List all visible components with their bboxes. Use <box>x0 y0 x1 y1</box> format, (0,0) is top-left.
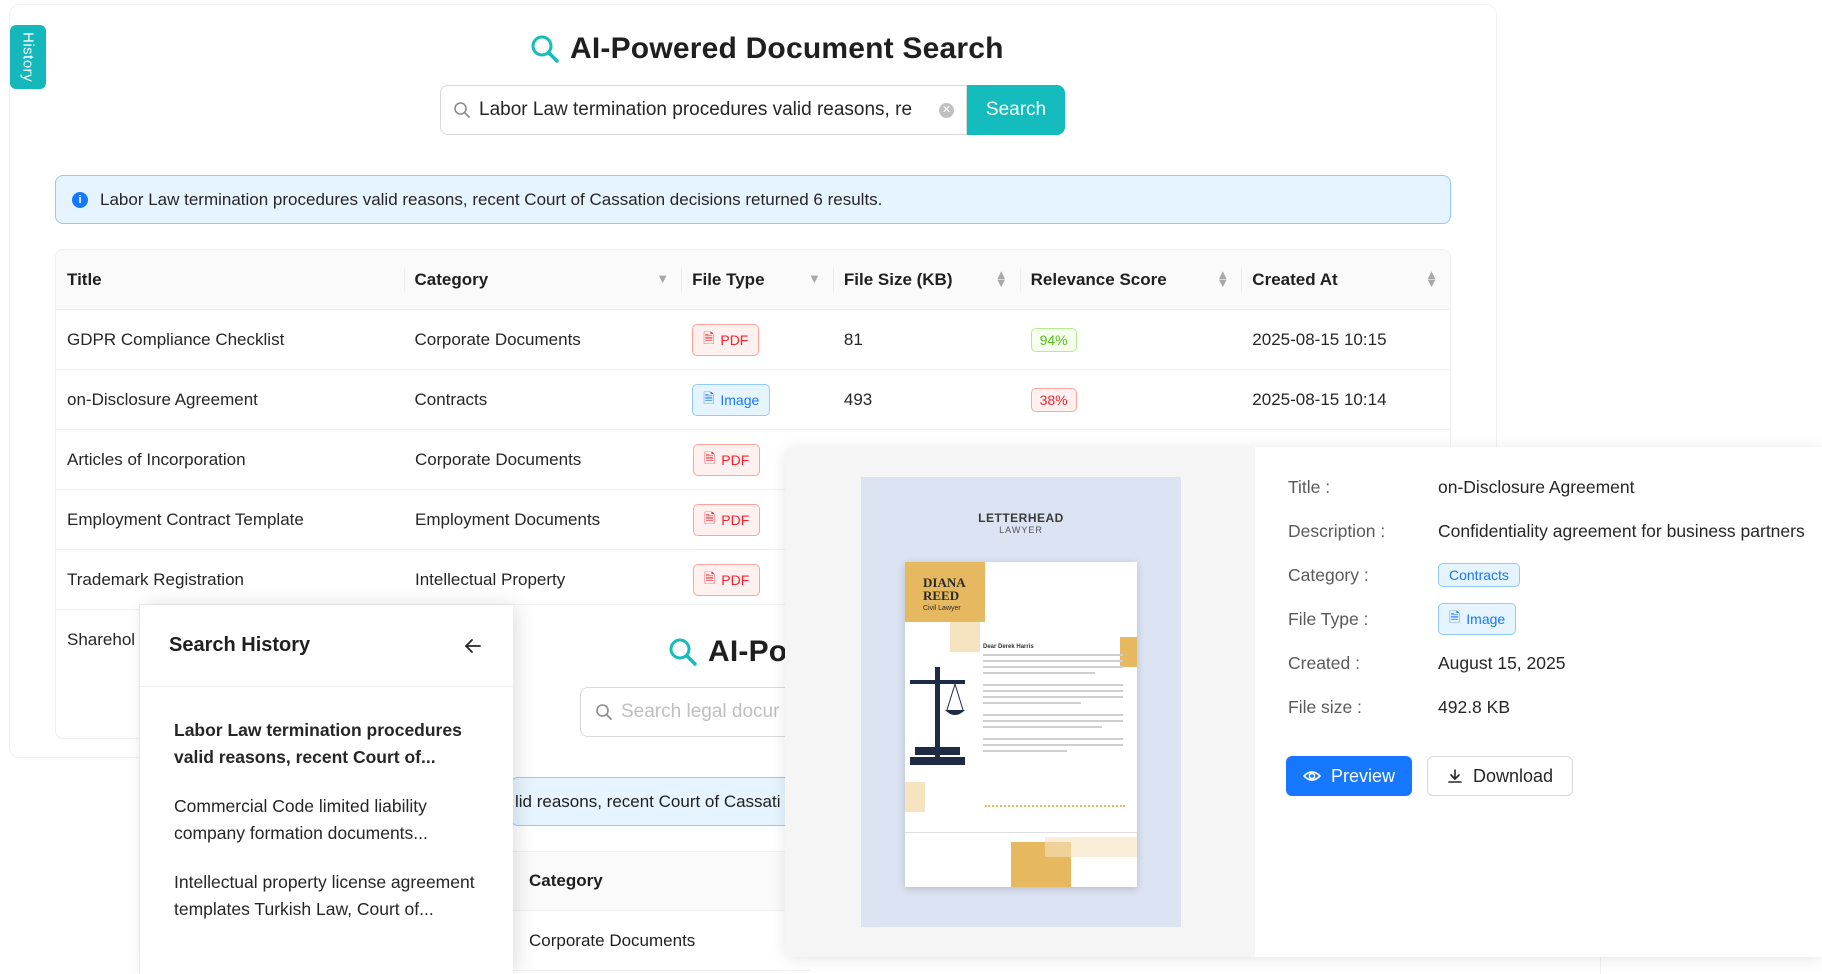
relevance-badge: 94% <box>1030 327 1077 352</box>
cell-category: Contracts <box>414 389 488 409</box>
cell-file-size: 81 <box>843 329 863 349</box>
property-file-type: File Type : 🗎 Image <box>1288 597 1805 641</box>
thumb-subheading: LAWYER <box>999 525 1043 535</box>
history-tab[interactable]: History <box>10 25 46 89</box>
filter-icon[interactable]: ▼ <box>656 271 669 286</box>
file-type-tag: 🗎 PDF <box>693 443 761 476</box>
preview-button[interactable]: Preview <box>1286 756 1412 796</box>
cell-category: Corporate Documents <box>414 329 581 349</box>
search-bar: Labor Law termination procedures valid r… <box>440 85 1065 135</box>
file-type-tag: 🗎 PDF <box>692 323 760 356</box>
file-icon: 🗎 <box>1449 609 1461 625</box>
table-header: Title Category ▼ File Type ▼ File Size (KB… <box>56 250 1450 310</box>
page2-alert: lid reasons, recent Court of Cassati <box>510 777 810 826</box>
file-type-tag: 🗎 PDF <box>693 563 761 596</box>
document-properties: Title : on-Disclosure Agreement Descript… <box>1288 465 1805 729</box>
history-item[interactable]: Commercial Code limited liability compan… <box>140 793 513 847</box>
search-icon <box>669 638 697 666</box>
page2-cell-category: Corporate Documents <box>510 911 810 971</box>
history-item[interactable]: Intellectual property license agreement … <box>140 869 513 923</box>
page-header: AI-Powered Document Search <box>530 32 1004 66</box>
pdf-icon: 🗎 <box>704 569 716 586</box>
category-tag: Contracts <box>1438 563 1520 587</box>
search-input-value: Labor Law termination procedures valid r… <box>479 99 913 120</box>
page2-search-input[interactable]: Search legal docur <box>580 687 800 737</box>
column-header-category[interactable]: Category ▼ <box>403 250 682 309</box>
search-input[interactable]: Labor Law termination procedures valid r… <box>440 85 967 135</box>
eye-icon <box>1302 771 1321 781</box>
page2-column-category: Category <box>510 851 810 911</box>
sort-icon[interactable]: ▲ ▼ <box>1216 268 1229 289</box>
relevance-badge: 38% <box>1030 387 1077 412</box>
document-thumbnail[interactable]: LETTERHEAD LAWYER DIANA REED Civil Lawye… <box>861 477 1181 927</box>
cell-title: on-Disclosure Agreement <box>67 389 258 409</box>
property-created: Created : August 15, 2025 <box>1288 652 1566 673</box>
file-icon: 🗎 <box>703 389 715 406</box>
column-header-file-size[interactable]: File Size (KB) ▲ ▼ <box>832 250 1020 309</box>
history-tab-label: History <box>19 31 37 83</box>
file-type-tag: 🗎 Image <box>1438 603 1517 635</box>
info-icon: i <box>72 191 88 208</box>
arrow-left-icon[interactable] <box>463 636 483 656</box>
thumb-page: DIANA REED Civil Lawyer Dear Derek Harri… <box>905 562 1137 887</box>
thumb-heading: LETTERHEAD <box>978 511 1064 525</box>
file-type-tag: 🗎 PDF <box>693 503 761 536</box>
cell-created: 2025-08-15 10:14 <box>1252 389 1387 409</box>
column-header-created[interactable]: Created At ▲ ▼ <box>1241 250 1450 309</box>
search-history-drawer: Search History Labor Law termination pro… <box>140 605 513 974</box>
page2-search-placeholder: Search legal docur <box>621 701 780 722</box>
page-title: AI-Powered Document Search <box>570 32 1004 65</box>
pdf-icon: 🗎 <box>704 449 716 466</box>
table-row[interactable]: GDPR Compliance Checklist Corporate Docu… <box>56 310 1450 370</box>
document-detail-panel: LETTERHEAD LAWYER DIANA REED Civil Lawye… <box>785 447 1822 957</box>
download-button[interactable]: Download <box>1427 756 1573 796</box>
cell-file-size: 493 <box>843 389 873 409</box>
search-button[interactable]: Search <box>967 85 1065 135</box>
property-description: Description : Confidentiality agreement … <box>1288 520 1805 541</box>
drawer-title: Search History <box>169 634 311 656</box>
column-header-relevance[interactable]: Relevance Score ▲ ▼ <box>1019 250 1242 309</box>
search-icon <box>596 704 612 720</box>
cell-title: Articles of Incorporation <box>67 449 246 469</box>
file-type-tag: 🗎 Image <box>692 383 771 416</box>
results-alert: i Labor Law termination procedures valid… <box>55 175 1451 224</box>
cell-category: Intellectual Property <box>415 569 566 589</box>
property-title: Title : on-Disclosure Agreement <box>1288 476 1635 497</box>
search-icon <box>454 102 470 118</box>
property-category: Category : Contracts <box>1288 553 1805 597</box>
pdf-icon: 🗎 <box>703 329 715 346</box>
table-row[interactable]: on-Disclosure Agreement Contracts 🗎 Image… <box>56 370 1450 430</box>
filter-icon[interactable]: ▼ <box>808 271 821 286</box>
clear-icon[interactable]: ✕ <box>939 102 954 118</box>
sort-icon[interactable]: ▲ ▼ <box>995 268 1008 289</box>
property-file-size: File size : 492.8 KB <box>1288 696 1510 717</box>
results-alert-text: Labor Law termination procedures valid r… <box>100 189 883 209</box>
column-header-title: Title <box>67 269 102 289</box>
cell-title: GDPR Compliance Checklist <box>67 329 285 349</box>
thumb-name: DIANA REED Civil Lawyer <box>923 575 966 612</box>
history-item[interactable]: Labor Law termination procedures valid r… <box>140 717 513 771</box>
cell-title: Employment Contract Template <box>67 509 304 529</box>
search-icon <box>531 35 559 63</box>
cell-created: 2025-08-15 10:15 <box>1252 329 1387 349</box>
drawer-header: Search History <box>140 605 513 687</box>
page2-title: AI-Po <box>708 635 788 668</box>
sort-icon[interactable]: ▲ ▼ <box>1425 268 1438 289</box>
pdf-icon: 🗎 <box>704 509 716 526</box>
document-preview-area: LETTERHEAD LAWYER DIANA REED Civil Lawye… <box>785 447 1255 957</box>
cell-category: Corporate Documents <box>415 449 582 469</box>
column-header-file-type[interactable]: File Type ▼ <box>681 250 833 309</box>
cell-category: Employment Documents <box>415 509 601 529</box>
download-icon <box>1448 769 1462 783</box>
page2-header: AI-Po <box>668 635 787 669</box>
cell-title: Trademark Registration <box>67 569 244 589</box>
